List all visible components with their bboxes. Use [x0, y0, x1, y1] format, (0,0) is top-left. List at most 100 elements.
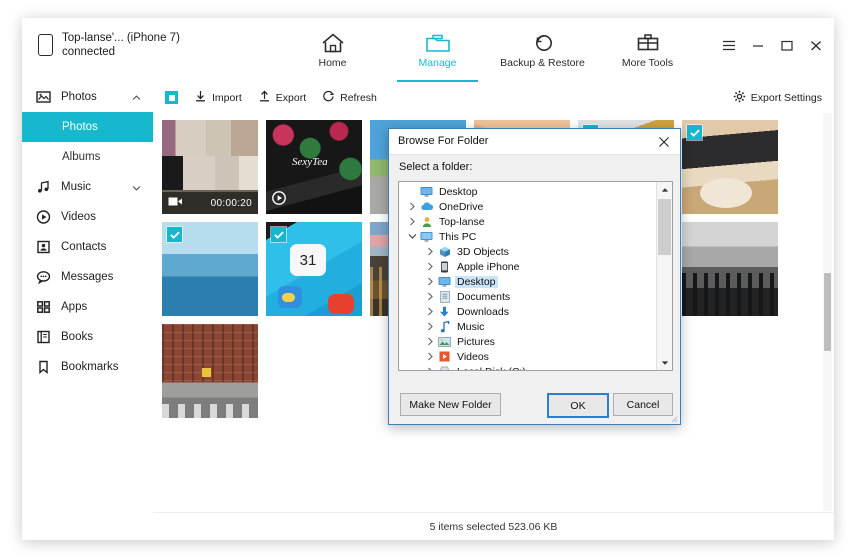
- tree-arrow-collapsed-icon[interactable]: [405, 202, 419, 211]
- tree-arrow-collapsed-icon[interactable]: [423, 367, 437, 370]
- photo-food-fork[interactable]: [682, 120, 778, 214]
- sidebar-item-photos-group-label: Photos: [61, 91, 97, 103]
- tree-item-desktop-root[interactable]: Desktop: [399, 184, 654, 199]
- photo-calendar-app[interactable]: 31: [266, 222, 362, 316]
- tree-arrow-collapsed-icon[interactable]: [423, 322, 437, 331]
- tree-arrow-collapsed-icon[interactable]: [423, 337, 437, 346]
- sidebar-item-music[interactable]: Music: [22, 172, 153, 202]
- export-button[interactable]: Export: [258, 90, 306, 106]
- tree-arrow-collapsed-icon[interactable]: [423, 277, 437, 286]
- tree-arrow-collapsed-icon[interactable]: [423, 247, 437, 256]
- folder-tree[interactable]: Desktop OneDrive Top-lanse This PC 3D Ob…: [398, 181, 673, 371]
- tree-arrow-collapsed-icon[interactable]: [405, 217, 419, 226]
- videos-icon: [36, 210, 51, 225]
- chevron-down-icon: [132, 182, 141, 194]
- make-new-folder-label: Make New Folder: [409, 398, 492, 411]
- photo-water-blue[interactable]: [162, 222, 258, 316]
- select-all-checkbox[interactable]: [165, 91, 178, 104]
- tree-item-pictures[interactable]: Pictures: [399, 334, 654, 349]
- minimize-icon[interactable]: [751, 39, 764, 52]
- dialog-title-bar: Browse For Folder: [389, 129, 680, 155]
- sidebar-item-apps[interactable]: Apps: [22, 292, 153, 322]
- tab-backup-restore[interactable]: Backup & Restore: [490, 18, 595, 82]
- thumbnail-detail-2: [202, 368, 211, 377]
- ok-button[interactable]: OK: [547, 393, 609, 418]
- thumbnail-detail-3: [282, 293, 295, 302]
- sidebar-item-albums[interactable]: Albums: [22, 142, 153, 172]
- monitor-icon: [437, 276, 452, 287]
- video-duration: 00:00:20: [210, 197, 252, 209]
- scroll-down-icon[interactable]: [657, 355, 672, 370]
- dialog-resize-handle[interactable]: [669, 414, 678, 423]
- close-icon[interactable]: [809, 39, 822, 52]
- cube-icon: [437, 246, 452, 258]
- tab-home[interactable]: Home: [280, 18, 385, 82]
- user-icon: [419, 216, 434, 228]
- tree-item-music[interactable]: Music: [399, 319, 654, 334]
- tree-item-top-lanse[interactable]: Top-lanse: [399, 214, 654, 229]
- tree-item-local-disk-c[interactable]: Local Disk (C:): [399, 364, 654, 370]
- tree-item-apple-iphone[interactable]: Apple iPhone: [399, 259, 654, 274]
- sidebar-item-contacts[interactable]: Contacts: [22, 232, 153, 262]
- status-bar: 5 items selected 523.06 KB: [153, 512, 834, 540]
- photo-brick-street[interactable]: [162, 324, 258, 418]
- tab-manage[interactable]: Manage: [385, 18, 490, 82]
- export-settings-label: Export Settings: [750, 91, 822, 104]
- refresh-label: Refresh: [340, 91, 377, 104]
- selection-checkbox[interactable]: [687, 125, 702, 140]
- hamburger-icon[interactable]: [722, 39, 735, 52]
- photo-sexytea-box[interactable]: SexyTea: [266, 120, 362, 214]
- maximize-icon[interactable]: [780, 39, 793, 52]
- tree-scrollbar-thumb[interactable]: [658, 199, 671, 255]
- tree-item-videos[interactable]: Videos: [399, 349, 654, 364]
- tab-more-tools-label: More Tools: [621, 56, 674, 69]
- sidebar-item-videos[interactable]: Videos: [22, 202, 153, 232]
- cloud-icon: [419, 201, 434, 212]
- sidebar-item-photos-group[interactable]: Photos: [22, 82, 153, 112]
- tree-item-label: Desktop: [455, 275, 498, 288]
- scroll-up-icon[interactable]: [657, 182, 672, 197]
- selection-checkbox[interactable]: [167, 227, 182, 242]
- tree-item-label: 3D Objects: [457, 245, 509, 258]
- tab-more-tools[interactable]: More Tools: [595, 18, 700, 82]
- tree-item-this-pc[interactable]: This PC: [399, 229, 654, 244]
- disk-icon: [437, 366, 452, 370]
- cancel-button[interactable]: Cancel: [613, 393, 673, 416]
- make-new-folder-button[interactable]: Make New Folder: [400, 393, 501, 416]
- tree-item-label: Documents: [457, 290, 511, 303]
- tree-arrow-collapsed-icon[interactable]: [423, 292, 437, 301]
- tree-item-desktop[interactable]: Desktop: [399, 274, 654, 289]
- photo-collage[interactable]: 00:00:20: [162, 120, 258, 214]
- dialog-close-icon[interactable]: [652, 132, 676, 151]
- tab-manage-label: Manage: [418, 56, 457, 69]
- thumbnail-detail: [682, 272, 778, 316]
- restore-icon: [531, 32, 555, 54]
- export-settings-button[interactable]: Export Settings: [733, 82, 822, 113]
- sidebar-item-books[interactable]: Books: [22, 322, 153, 352]
- tree-arrow-collapsed-icon[interactable]: [423, 352, 437, 361]
- tree-arrow-collapsed-icon[interactable]: [423, 262, 437, 271]
- gear-icon: [733, 90, 746, 106]
- video-camera-icon: [168, 194, 183, 212]
- grid-scrollbar[interactable]: [823, 113, 832, 511]
- thumbnail-text: SexyTea: [292, 156, 328, 168]
- photo-foggy-forest[interactable]: [682, 222, 778, 316]
- tree-arrow-expanded-icon[interactable]: [405, 233, 419, 240]
- import-button[interactable]: Import: [194, 90, 242, 106]
- selection-checkbox[interactable]: [271, 227, 286, 242]
- thumbnail-detail-2: [162, 155, 258, 190]
- sidebar-item-photos[interactable]: Photos: [22, 112, 153, 142]
- tree-item-onedrive[interactable]: OneDrive: [399, 199, 654, 214]
- sidebar-item-messages[interactable]: Messages: [22, 262, 153, 292]
- tree-arrow-collapsed-icon[interactable]: [423, 307, 437, 316]
- tree-scrollbar[interactable]: [656, 182, 672, 370]
- sidebar-item-contacts-label: Contacts: [61, 241, 107, 253]
- grid-scrollbar-thumb[interactable]: [824, 273, 831, 351]
- sidebar-item-bookmarks[interactable]: Bookmarks: [22, 352, 153, 382]
- folder-icon: [425, 32, 451, 54]
- tree-item-downloads[interactable]: Downloads: [399, 304, 654, 319]
- refresh-button[interactable]: Refresh: [322, 90, 377, 106]
- tree-item-3d-objects[interactable]: 3D Objects: [399, 244, 654, 259]
- tree-item-documents[interactable]: Documents: [399, 289, 654, 304]
- tree-item-label: Pictures: [457, 335, 495, 348]
